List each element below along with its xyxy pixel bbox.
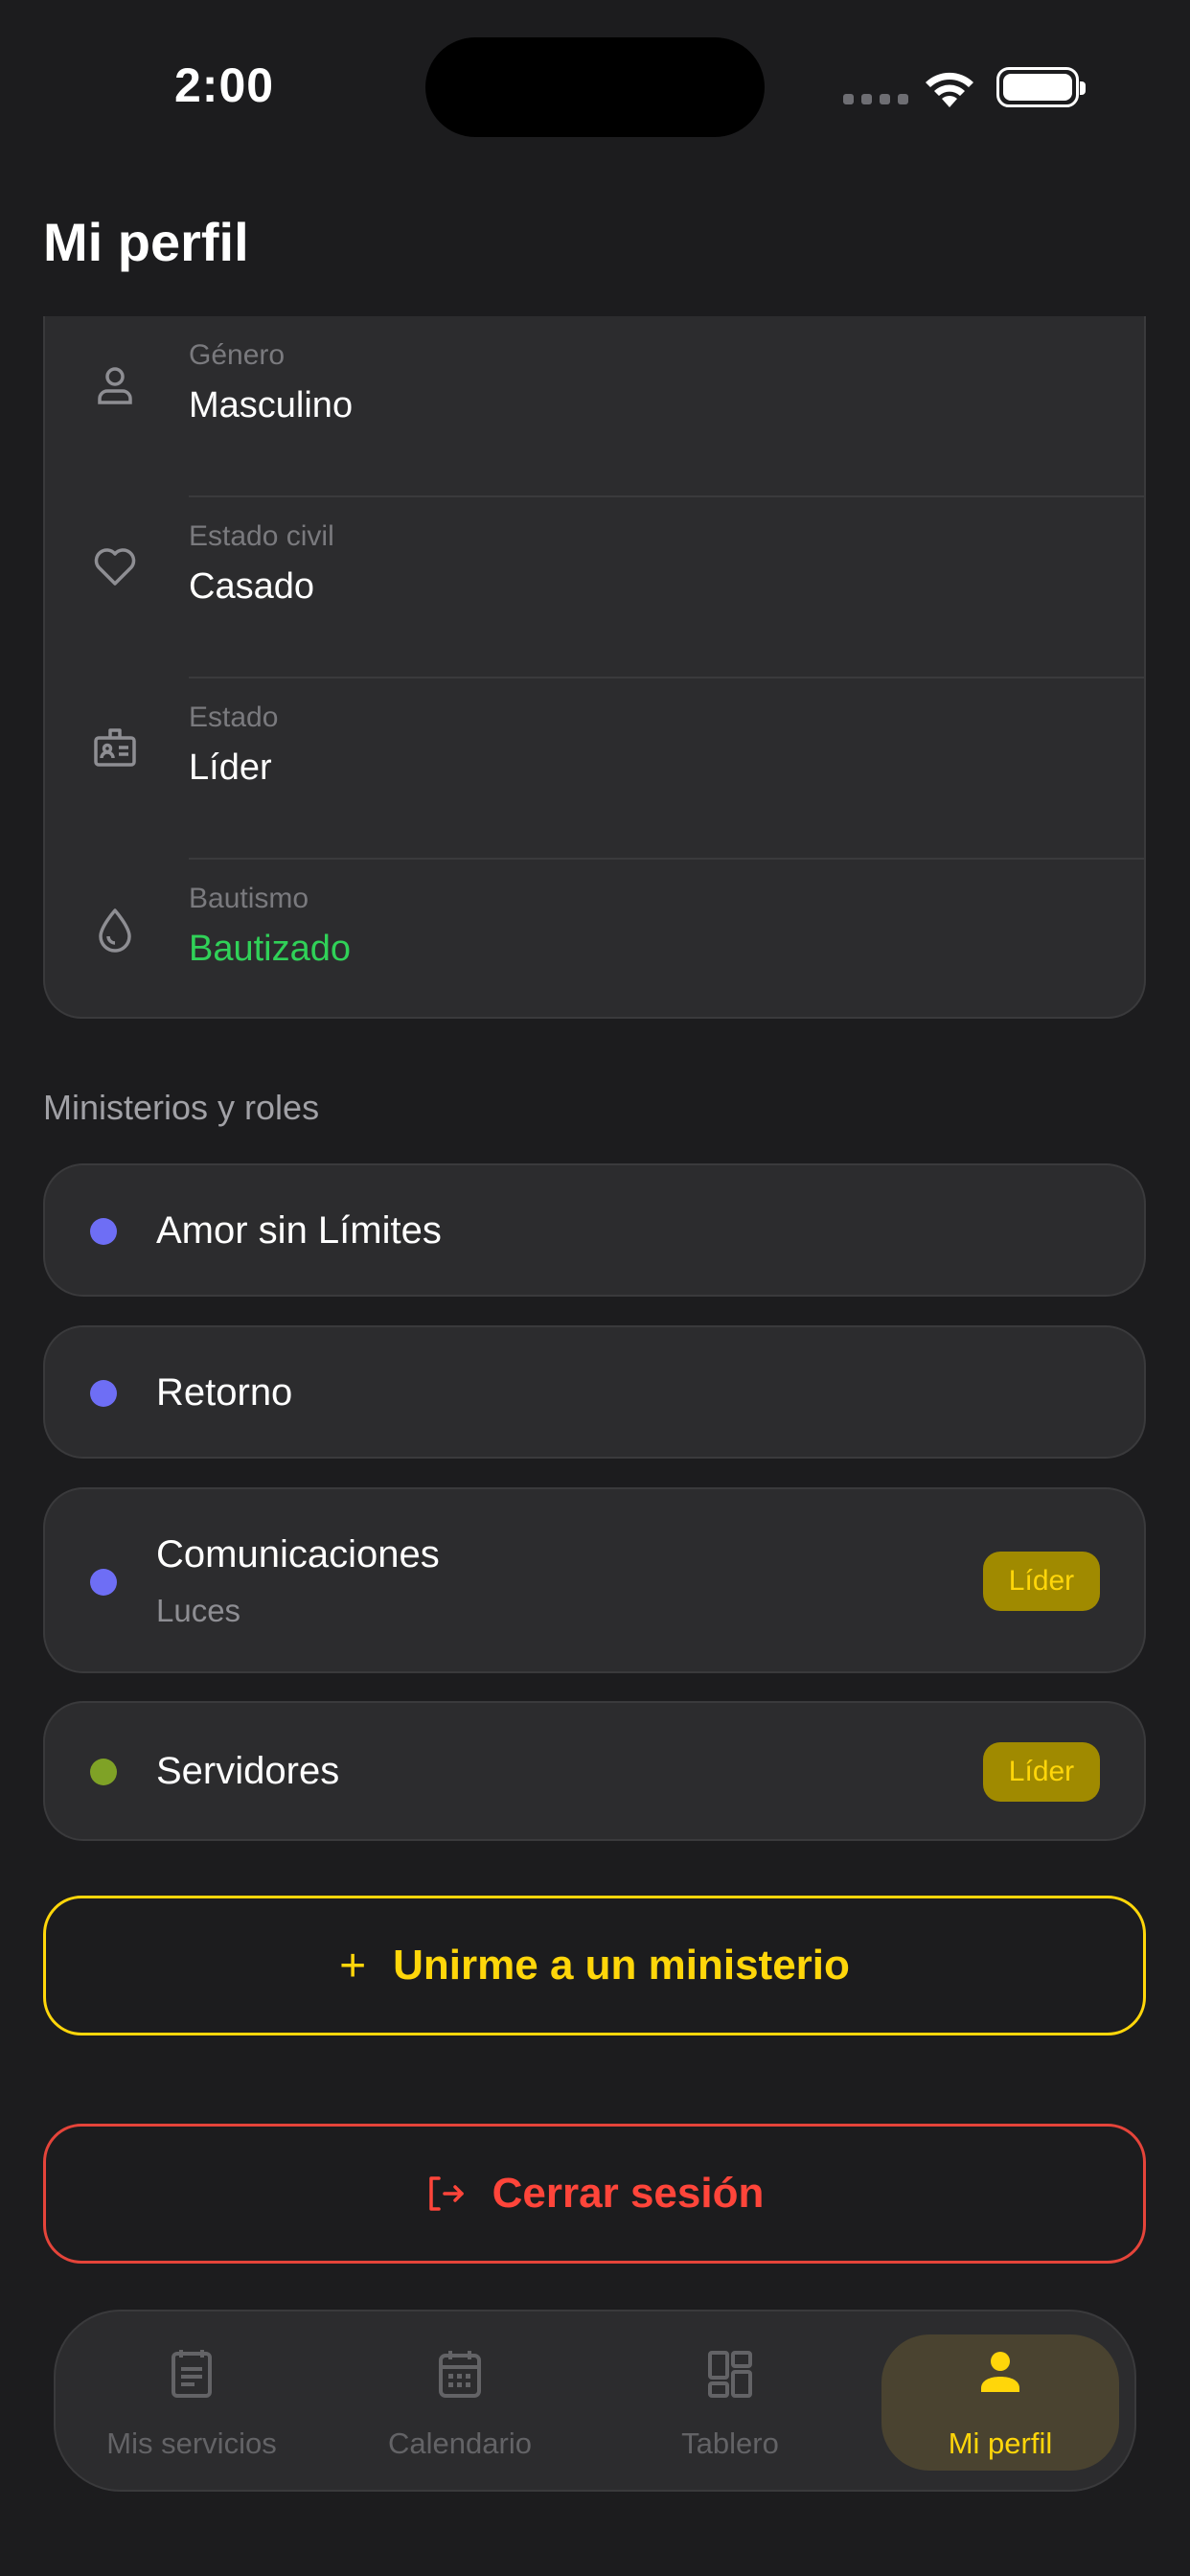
ministry-name: Comunicaciones — [156, 1533, 440, 1576]
dashboard-icon — [708, 2351, 752, 2398]
info-label: Estado civil — [189, 520, 334, 552]
info-row-gender: Género Masculino — [45, 316, 1144, 497]
info-label: Bautismo — [189, 883, 309, 914]
tab-bar: Mis servicios Calendario Tablero Mi perf… — [54, 2310, 1136, 2492]
drop-icon — [99, 908, 131, 953]
ministry-dot — [90, 1759, 117, 1785]
person-icon — [98, 367, 132, 404]
page-title: Mi perfil — [43, 212, 249, 272]
signal-icon — [843, 94, 908, 104]
ministry-name: Servidores — [156, 1750, 340, 1792]
ministry-dot — [90, 1380, 117, 1407]
info-value: Líder — [189, 748, 272, 788]
section-title: Ministerios y roles — [43, 1088, 320, 1127]
info-label: Estado — [189, 702, 279, 733]
join-ministry-button[interactable]: + Unirme a un ministerio — [43, 1896, 1146, 2036]
heart-icon — [94, 548, 136, 586]
ministry-card[interactable]: Comunicaciones Luces Líder — [43, 1487, 1146, 1673]
tab-label: Tablero — [681, 2426, 779, 2460]
person-icon — [981, 2352, 1019, 2392]
tab-label: Mis servicios — [106, 2426, 277, 2460]
ministry-name: Retorno — [156, 1371, 293, 1414]
info-row-status: Estado Líder — [45, 678, 1144, 860]
dynamic-island — [425, 37, 765, 137]
info-label: Género — [189, 339, 286, 371]
status-time: 2:00 — [174, 58, 275, 112]
calendar-icon — [439, 2351, 481, 2398]
tab-label: Calendario — [388, 2426, 532, 2460]
ministry-dot — [90, 1218, 117, 1245]
ministry-card[interactable]: Amor sin Límites — [43, 1163, 1146, 1297]
ministry-card[interactable]: Servidores Líder — [43, 1701, 1146, 1841]
profile-info-card: Género Masculino Estado civil Casado Est… — [43, 316, 1146, 1019]
ministry-role: Luces — [156, 1593, 241, 1628]
logout-label: Cerrar sesión — [492, 2170, 765, 2217]
logout-icon — [428, 2176, 464, 2211]
info-value: Casado — [189, 566, 314, 607]
tab-my-services[interactable]: Mis servicios — [73, 2334, 310, 2471]
leader-badge: Líder — [983, 1742, 1100, 1802]
screen: 2:00 Mi perfil Género Masculino Estado c… — [0, 0, 1190, 2576]
tab-dashboard[interactable]: Tablero — [611, 2334, 849, 2471]
tab-calendar[interactable]: Calendario — [341, 2334, 579, 2471]
ministry-card[interactable]: Retorno — [43, 1325, 1146, 1459]
leader-badge: Líder — [983, 1552, 1100, 1611]
battery-icon — [996, 67, 1086, 107]
info-value: Bautizado — [189, 929, 352, 969]
info-row-marital-status: Estado civil Casado — [45, 497, 1144, 678]
badge-icon — [94, 728, 136, 767]
document-icon — [172, 2350, 212, 2398]
wifi-icon — [926, 72, 973, 107]
ministry-dot — [90, 1569, 117, 1596]
tab-label: Mi perfil — [948, 2426, 1053, 2460]
tab-my-profile[interactable]: Mi perfil — [881, 2334, 1119, 2471]
info-value: Masculino — [189, 385, 354, 426]
ministry-name: Amor sin Límites — [156, 1209, 442, 1252]
info-row-baptism: Bautismo Bautizado — [45, 860, 1144, 1017]
logout-button[interactable]: Cerrar sesión — [43, 2124, 1146, 2264]
join-ministry-label: Unirme a un ministerio — [393, 1942, 850, 1989]
plus-icon: + — [339, 1940, 367, 1991]
